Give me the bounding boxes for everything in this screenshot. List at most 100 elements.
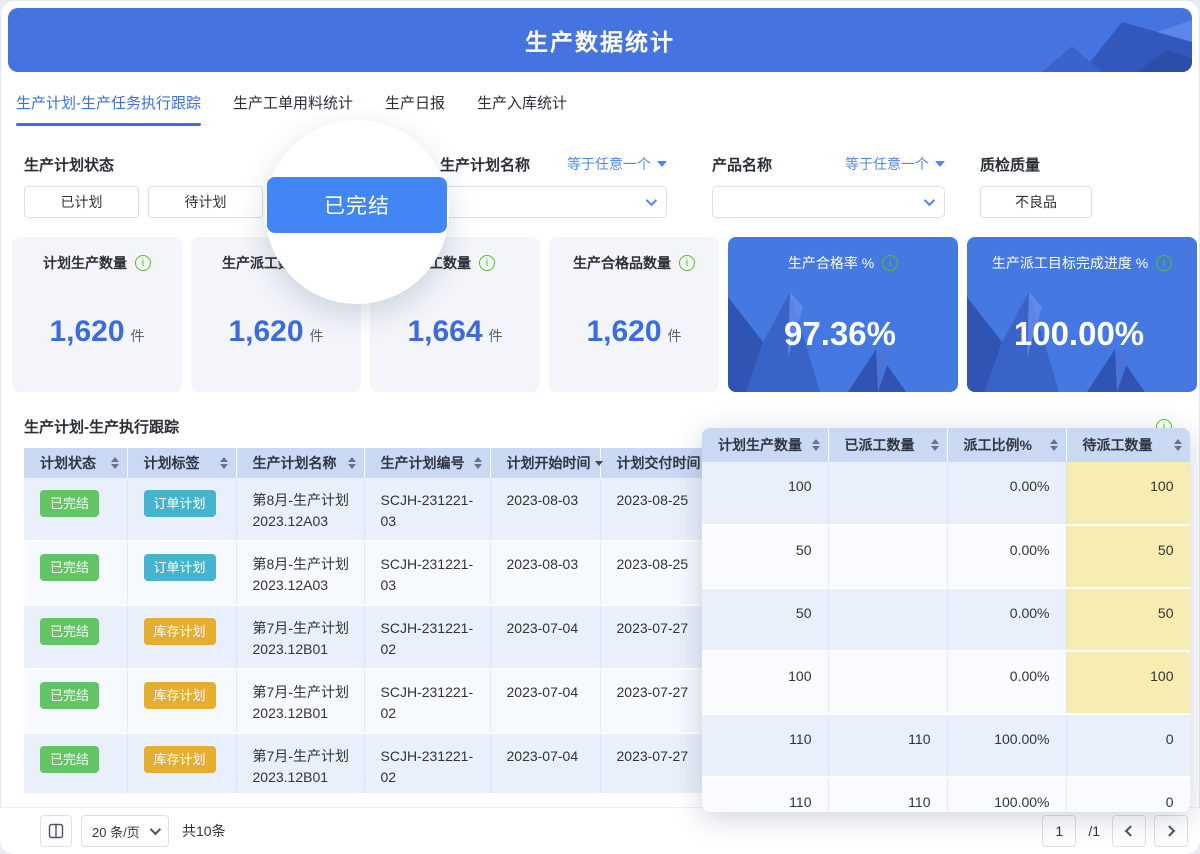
info-icon[interactable] <box>679 255 695 271</box>
stat-card-value: 1,664 <box>407 315 482 348</box>
next-page-button[interactable] <box>1154 815 1188 847</box>
stat-card-unit: 件 <box>310 328 324 344</box>
plan-name-operator-dropdown[interactable]: 等于任意一个 <box>567 154 667 174</box>
table-row[interactable]: 100 0.00% 100 <box>702 651 1190 714</box>
cell-dispatch-ratio: 0.00% <box>947 525 1066 588</box>
cell-dispatch-ratio: 100.00% <box>947 777 1066 812</box>
column-settings-button[interactable] <box>40 815 72 847</box>
cell-dispatched-qty: 110 <box>828 714 947 777</box>
status-badge: 已完结 <box>40 682 99 709</box>
stat-card-unit: 件 <box>489 328 503 344</box>
table-row[interactable]: 100 0.00% 100 <box>702 462 1190 525</box>
tab-item[interactable]: 生产日报 <box>385 92 445 126</box>
prev-page-button[interactable] <box>1112 815 1146 847</box>
info-icon[interactable] <box>479 255 495 271</box>
cell-plan-name: 第8月-生产计划 2023.12A03 <box>236 478 364 541</box>
cell-pending-qty: 100 <box>1066 462 1190 525</box>
tag-badge: 库存计划 <box>144 682 216 709</box>
filter-label-plan-status: 生产计划状态 <box>24 154 114 175</box>
column-header[interactable]: 计划生产数量 <box>702 428 828 462</box>
table-row[interactable]: 110 110 100.00% 0 <box>702 714 1190 777</box>
sort-icon[interactable] <box>348 457 356 469</box>
column-header[interactable]: 待派工数量 <box>1066 428 1190 462</box>
filter-label-product-name: 产品名称 <box>712 154 772 175</box>
chevron-right-icon <box>1164 825 1175 836</box>
table-row[interactable]: 110 110 100.00% 0 <box>702 777 1190 812</box>
tab-bar: 生产计划-生产任务执行跟踪 生产工单用料统计 生产日报 生产入库统计 <box>16 92 567 126</box>
tab-item[interactable]: 生产入库统计 <box>477 92 567 126</box>
sort-icon[interactable] <box>1174 439 1182 451</box>
cell-plan-code: SCJH-231221-02 <box>364 669 490 733</box>
column-header[interactable]: 生产计划名称 <box>236 448 364 478</box>
tab-label: 生产计划-生产任务执行跟踪 <box>16 95 201 112</box>
filter-product-name: 产品名称 等于任意一个 <box>712 155 945 218</box>
sort-icon[interactable] <box>1050 439 1058 451</box>
banner-3d-decoration-icon <box>932 8 1192 72</box>
page-total-label: /1 <box>1088 823 1100 839</box>
stat-card-title: 计划生产数量 <box>43 253 127 273</box>
page-number-input[interactable]: 1 <box>1042 815 1076 847</box>
stat-card-title: 生产合格品数量 <box>573 253 671 273</box>
stat-card-value: 1,620 <box>586 315 661 348</box>
cell-dispatched-qty <box>828 525 947 588</box>
sort-icon[interactable] <box>931 439 939 451</box>
column-header[interactable]: 计划标签 <box>127 448 236 478</box>
cell-plan-name: 第7月-生产计划 2023.12B01 <box>236 733 364 793</box>
sort-icon[interactable] <box>220 457 228 469</box>
filter-plan-name: 生产计划名称 等于任意一个 <box>440 155 667 218</box>
column-header[interactable]: 已派工数量 <box>828 428 947 462</box>
caret-down-icon <box>657 161 667 167</box>
pinned-columns-table: 计划生产数量 已派工数量 派工比例% <box>702 428 1190 812</box>
chevron-down-icon <box>150 824 161 835</box>
sort-icon[interactable] <box>111 457 119 469</box>
cell-plan-code: SCJH-231221-03 <box>364 478 490 541</box>
stat-card-value: 100.00% <box>1014 315 1144 352</box>
filter-label-quality: 质检质量 <box>980 154 1040 175</box>
product-name-select[interactable] <box>712 186 945 218</box>
cell-plan-code: SCJH-231221-02 <box>364 733 490 793</box>
status-option-button[interactable]: 已计划 <box>24 186 139 218</box>
info-icon[interactable] <box>135 255 151 271</box>
plan-name-select[interactable] <box>440 186 667 218</box>
column-header[interactable]: 计划状态 <box>24 448 127 478</box>
tab-item[interactable]: 生产工单用料统计 <box>233 92 353 126</box>
caret-down-icon <box>935 161 945 167</box>
total-count: 共10条 <box>182 821 226 841</box>
cell-planned-qty: 50 <box>702 525 828 588</box>
tag-badge: 订单计划 <box>144 490 216 517</box>
stat-card: 生产合格率 % 97.36% <box>728 237 958 392</box>
sort-icon[interactable] <box>812 439 820 451</box>
table-row[interactable]: 50 0.00% 50 <box>702 588 1190 651</box>
stat-card: 生产合格品数量 1,620 件 <box>549 237 719 392</box>
sort-icon[interactable] <box>474 457 482 469</box>
quality-option-button[interactable]: 不良品 <box>980 186 1092 218</box>
stat-card-unit: 件 <box>131 328 145 344</box>
column-header[interactable]: 计划开始时间 <box>490 448 600 478</box>
filter-label-plan-name: 生产计划名称 <box>440 154 530 175</box>
page-title: 生产数据统计 <box>525 23 675 57</box>
column-header[interactable]: 生产计划编号 <box>364 448 490 478</box>
app-root: 生产数据统计 生产计划-生产任务执行跟踪 生产工单用料统计 生产日报 生产入库统… <box>0 0 1200 854</box>
column-header[interactable]: 派工比例% <box>947 428 1066 462</box>
table-row[interactable]: 50 0.00% 50 <box>702 525 1190 588</box>
stat-card: 计划生产数量 1,620件 <box>12 237 182 392</box>
tab-item[interactable]: 生产计划-生产任务执行跟踪 <box>16 92 201 126</box>
column-settings-icon <box>48 823 64 839</box>
pagination-bar: 20 条/页 共10条 1 /1 <box>0 807 1200 854</box>
chevron-down-icon <box>924 195 935 206</box>
status-badge: 已完结 <box>40 490 99 517</box>
product-name-operator-dropdown[interactable]: 等于任意一个 <box>845 154 945 174</box>
cell-pending-qty: 50 <box>1066 588 1190 651</box>
stat-card-unit: 件 <box>668 328 682 344</box>
cell-dispatch-ratio: 0.00% <box>947 651 1066 714</box>
chevron-left-icon <box>1125 825 1136 836</box>
cell-start-date: 2023-07-04 <box>490 605 600 669</box>
filter-quality: 质检质量 不良品 <box>980 155 1092 218</box>
status-option-button[interactable]: 待计划 <box>148 186 263 218</box>
cell-planned-qty: 110 <box>702 777 828 812</box>
cell-pending-qty: 0 <box>1066 777 1190 812</box>
page-size-select[interactable]: 20 条/页 <box>81 815 169 847</box>
sort-icon[interactable] <box>595 461 603 466</box>
chevron-down-icon <box>646 195 657 206</box>
status-option-completed-button[interactable]: 已完结 <box>267 177 447 233</box>
